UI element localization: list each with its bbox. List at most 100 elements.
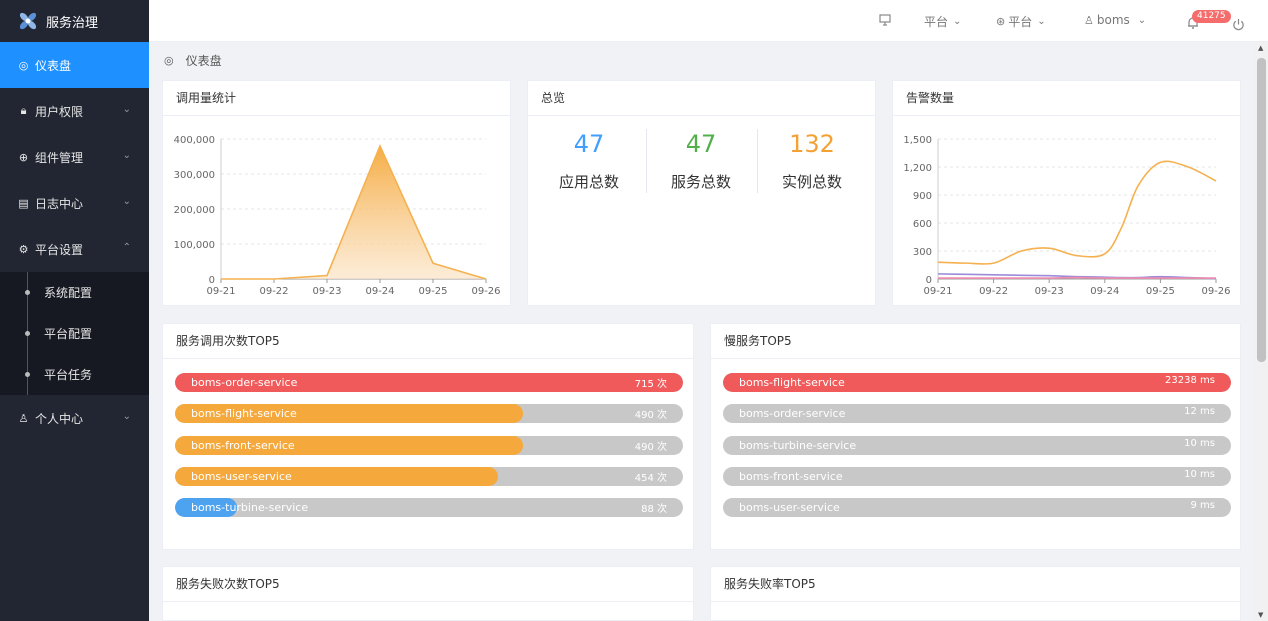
chevron-up-icon: ⌃ — [122, 242, 131, 253]
bar-row: boms-turbine-service 88 次 — [175, 498, 683, 518]
calls-chart-card: 调用量统计 0 100,000 200,000 300,000 400,000 09-21… — [162, 80, 511, 306]
bar-value: 490 次 — [634, 441, 667, 453]
platform-dropdown-label: 平台 — [924, 15, 949, 29]
y-tick-label: 200,000 — [174, 205, 215, 216]
y-tick-label: 0 — [209, 275, 215, 286]
x-tick-label: 09-26 — [1201, 286, 1230, 297]
sidebar-item-components[interactable]: ⊕ 组件管理 ⌄ — [0, 134, 149, 180]
bullet-icon — [25, 372, 30, 377]
bar-label: boms-user-service — [739, 501, 840, 515]
x-tick-label: 09-24 — [1090, 286, 1119, 297]
stat-apps-label: 应用总数 — [558, 173, 619, 191]
bar-value: 23238 ms — [1165, 375, 1215, 386]
sidebar: 服务治理 ◎ 仪表盘 🔒︎ 用户权限 ⌄ ⊕ 组件管理 ⌄ ▤ 日志中心 ⌄ ⚙… — [0, 0, 149, 621]
sidebar-subitem-label: 平台任务 — [44, 368, 93, 382]
username: boms — [1096, 13, 1130, 27]
y-tick-label: 1,500 — [903, 135, 932, 146]
bar-row: boms-user-service 9 ms — [723, 498, 1231, 518]
bullet-icon — [25, 290, 30, 295]
sidebar-subitem-platform-config[interactable]: 平台配置 — [0, 313, 149, 354]
sidebar-item-label: 平台设置 — [35, 242, 84, 257]
bar-row: boms-flight-service 23238 ms — [723, 373, 1231, 392]
sidebar-item-platform-settings[interactable]: ⚙ 平台设置 ⌃ — [0, 226, 149, 272]
alerts-chart-card: 告警数量 0 300 600 900 1,200 1,500 09-21 09-22 09-23… — [892, 80, 1241, 306]
card-title: 总览 — [528, 81, 875, 116]
x-tick-label: 09-23 — [312, 286, 341, 297]
y-tick-label: 300,000 — [174, 170, 215, 181]
sidebar-item-logs[interactable]: ▤ 日志中心 ⌄ — [0, 180, 149, 226]
page-scrollbar[interactable]: ▲ ▼ — [1255, 42, 1268, 621]
chevron-down-icon: ⌄ — [953, 16, 962, 27]
slow-services-card: 慢服务TOP5 boms-flight-service 23238 ms boms-… — [710, 323, 1241, 550]
monitor-icon[interactable] — [878, 13, 892, 27]
bar-row: boms-order-service 715 次 — [175, 373, 683, 392]
sidebar-subitem-platform-tasks[interactable]: 平台任务 — [0, 354, 149, 395]
sidebar-item-label: 组件管理 — [35, 150, 84, 165]
sidebar-subitem-system-config[interactable]: 系统配置 — [0, 272, 149, 313]
top-calls-card: 服务调用次数TOP5 boms-order-service 715 次 boms-f… — [162, 323, 694, 550]
chevron-down-icon: ⌄ — [122, 196, 131, 207]
stat-apps: 47 应用总数 — [534, 129, 644, 192]
chevron-down-icon: ⌄ — [1037, 16, 1046, 27]
scroll-up-icon[interactable]: ▲ — [1258, 44, 1263, 52]
overview-card: 总览 47 应用总数 47 服务总数 132 实例总数 — [527, 80, 876, 306]
bar-label: boms-turbine-service — [739, 438, 857, 452]
logo-icon — [19, 12, 37, 30]
x-tick-label: 09-22 — [259, 286, 288, 297]
sidebar-item-user-permission[interactable]: 🔒︎ 用户权限 ⌄ — [0, 88, 149, 134]
bar-value: 715 次 — [634, 379, 667, 390]
bar-value: 454 次 — [634, 472, 667, 484]
bar-label: boms-front-service — [739, 469, 843, 483]
y-tick-label: 400,000 — [174, 135, 215, 146]
y-tick-label: 100,000 — [174, 240, 215, 251]
card-title: 调用量统计 — [163, 81, 510, 116]
series-line-0 — [937, 160, 1217, 265]
sidebar-item-label: 仪表盘 — [35, 58, 72, 73]
card-title: 服务失败率TOP5 — [711, 567, 1240, 602]
y-tick-label: 900 — [913, 191, 932, 202]
calls-area-chart: 0 100,000 200,000 300,000 400,000 09-21 09-22 0… — [174, 135, 501, 297]
platform-dropdown[interactable]: 平台 ⌄ — [924, 13, 961, 30]
bar-label: boms-flight-service — [191, 407, 297, 421]
series-line-2 — [938, 276, 1216, 279]
user-dropdown[interactable]: ♙ boms ⌄ — [1084, 13, 1146, 27]
bar-value: 490 次 — [634, 410, 667, 422]
y-tick-label: 0 — [926, 275, 932, 286]
x-tick-label: 09-23 — [1035, 286, 1064, 297]
dashboard-icon: ◎ — [164, 54, 174, 67]
y-tick-label: 600 — [913, 219, 932, 230]
stat-instances-label: 实例总数 — [781, 173, 842, 191]
x-tick-label: 09-25 — [1146, 286, 1175, 297]
fail-count-card: 服务失败次数TOP5 — [162, 566, 694, 621]
stat-services-label: 服务总数 — [670, 173, 731, 191]
card-title: 慢服务TOP5 — [711, 324, 1240, 359]
bar-label: boms-order-service — [191, 376, 298, 389]
x-tick-label: 09-22 — [979, 286, 1008, 297]
x-tick-label: 09-26 — [471, 286, 500, 297]
sidebar-item-personal[interactable]: ♙ 个人中心 ⌄ — [0, 395, 149, 441]
card-title: 告警数量 — [893, 81, 1240, 116]
x-tick-label: 09-21 — [923, 286, 952, 297]
stat-apps-value: 47 — [573, 130, 605, 158]
gear-icon: ⚙ — [18, 242, 29, 256]
app-title: 服务治理 — [46, 15, 99, 31]
app-logo[interactable]: 服务治理 — [0, 0, 149, 42]
card-title: 服务调用次数TOP5 — [163, 324, 693, 359]
bar-row: boms-order-service 12 ms — [723, 404, 1231, 424]
scrollbar-thumb[interactable] — [1257, 58, 1266, 362]
platform-switch-dropdown[interactable]: ⊛ 平台 ⌄ — [996, 13, 1046, 30]
power-icon[interactable] — [1232, 18, 1245, 31]
sidebar-subitem-label: 平台配置 — [44, 327, 93, 341]
sidebar-item-dashboard[interactable]: ◎ 仪表盘 — [0, 42, 149, 88]
chevron-down-icon: ⌄ — [122, 150, 131, 161]
card-title: 服务失败次数TOP5 — [163, 567, 693, 602]
user-icon: ♙ — [18, 411, 29, 425]
bar-label: boms-order-service — [739, 407, 846, 421]
platform-settings-submenu: 系统配置 平台配置 平台任务 — [0, 272, 149, 395]
bar-row: boms-turbine-service 10 ms — [723, 435, 1231, 455]
bar-row: boms-user-service 454 次 — [175, 466, 683, 486]
scroll-down-icon[interactable]: ▼ — [1258, 611, 1263, 619]
bar-label: boms-user-service — [191, 469, 292, 483]
fail-rate-card: 服务失败率TOP5 — [710, 566, 1241, 621]
notification-count-badge: 41275 — [1192, 10, 1231, 23]
